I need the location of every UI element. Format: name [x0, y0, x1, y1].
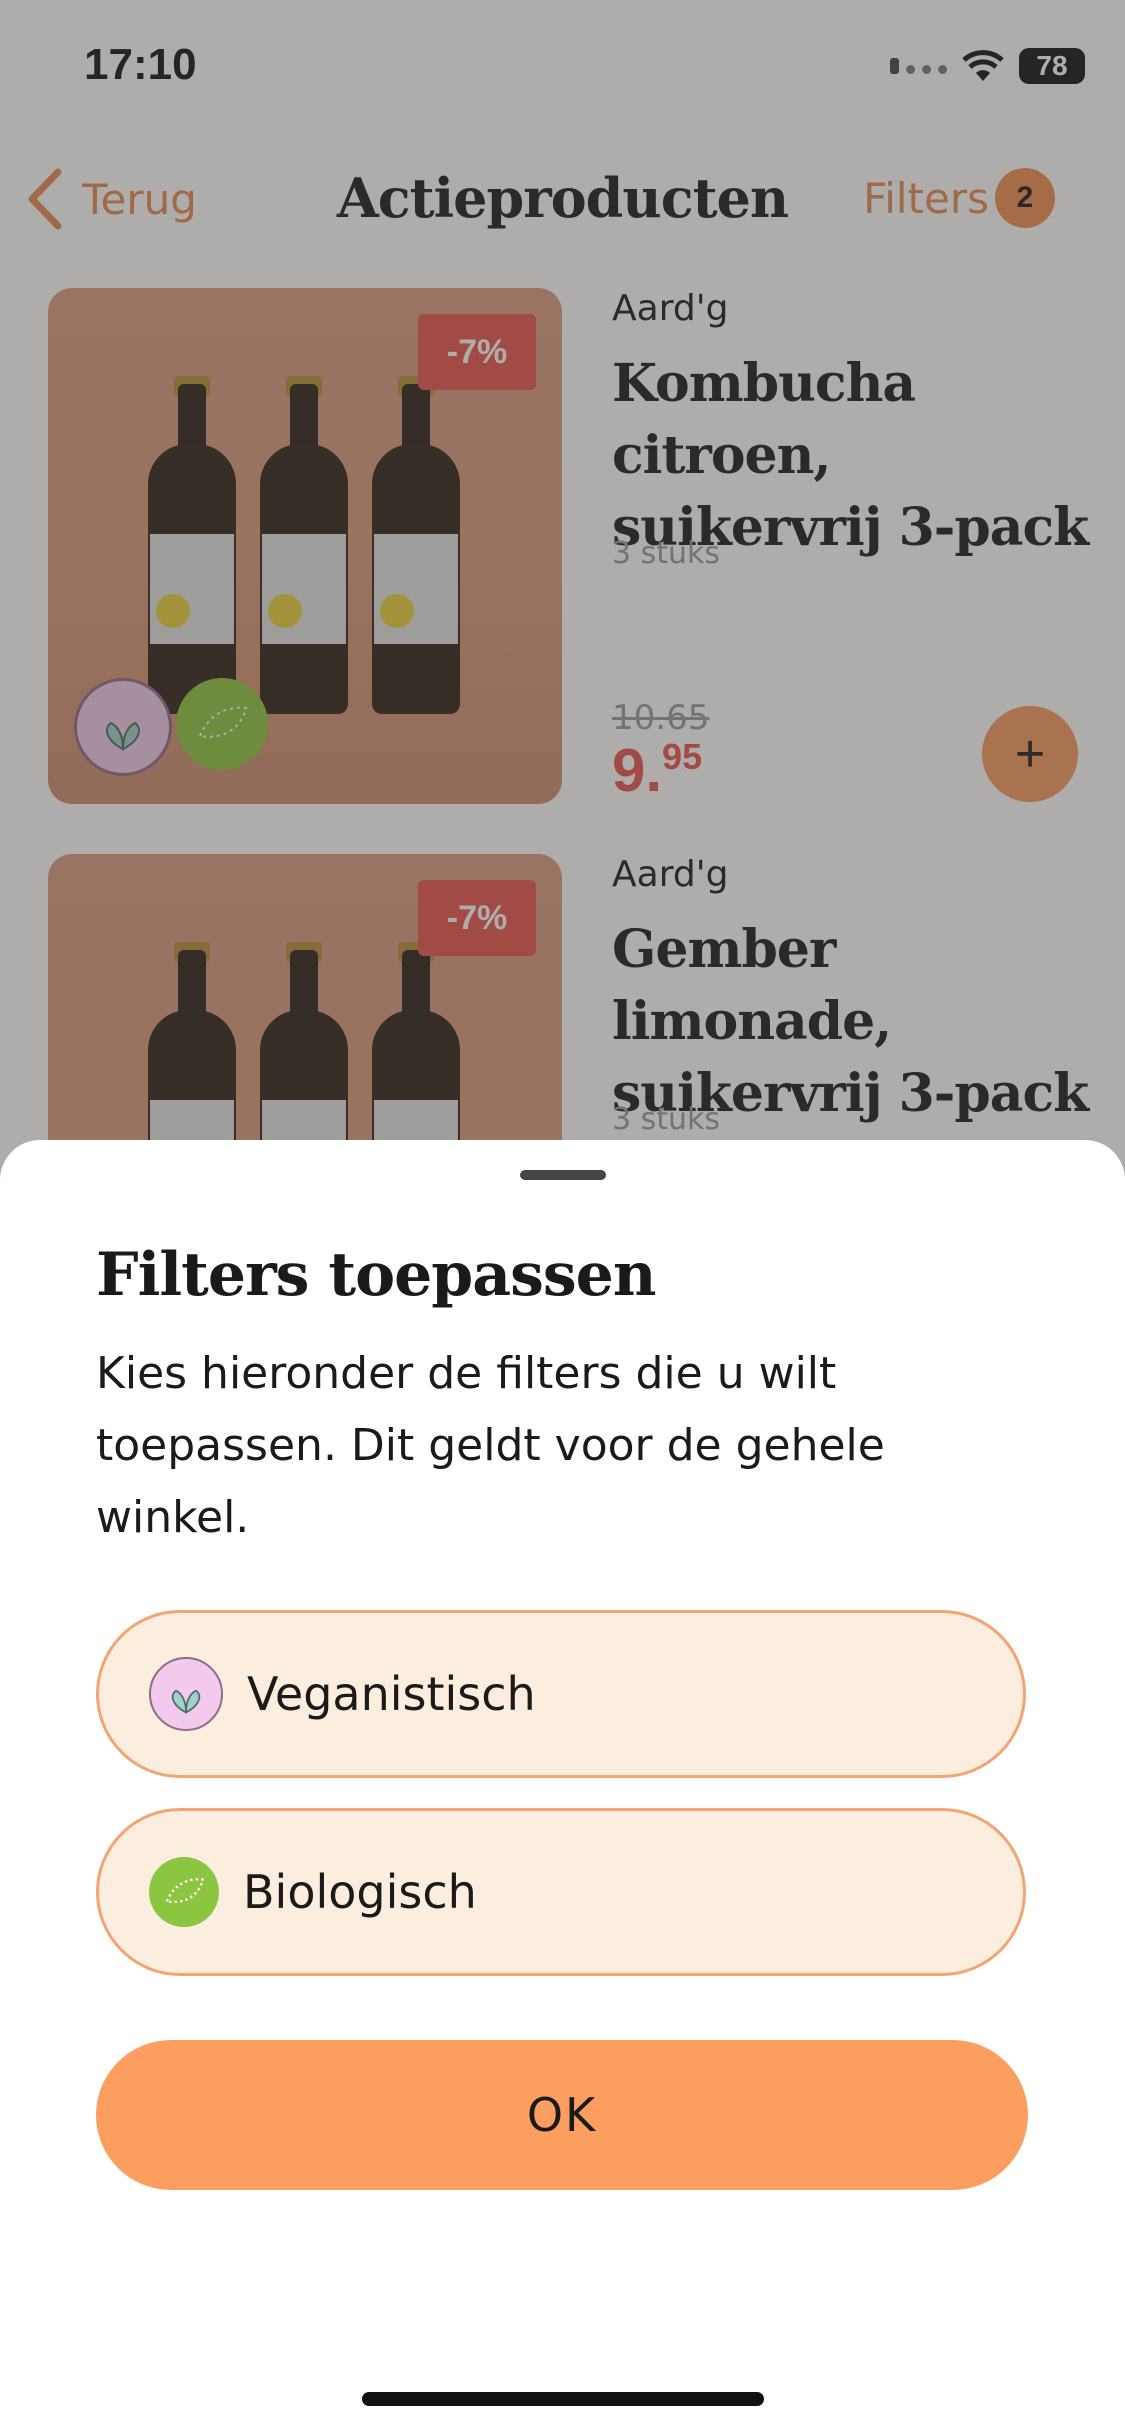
ok-button[interactable]: OK — [96, 2040, 1028, 2190]
filter-option-label: Biologisch — [243, 1865, 477, 1919]
sheet-description: Kies hieronder de filters die u wilt toe… — [96, 1348, 885, 1543]
filters-sheet: Filters toepassen Kies hieronder de filt… — [0, 1140, 1125, 2436]
filter-option-label: Veganistisch — [247, 1667, 536, 1721]
home-indicator[interactable] — [362, 2392, 764, 2406]
filter-option-organic[interactable]: Biologisch — [96, 1808, 1026, 1976]
sheet-grabber[interactable] — [520, 1170, 606, 1180]
sheet-title: Filters toepassen — [96, 1240, 656, 1310]
vegan-icon — [149, 1657, 223, 1731]
screen: 17:10 78 Terug Actieproducten Filters 2 — [0, 0, 1125, 2436]
organic-leaf-icon — [149, 1857, 219, 1927]
filter-option-vegan[interactable]: Veganistisch — [96, 1610, 1026, 1778]
